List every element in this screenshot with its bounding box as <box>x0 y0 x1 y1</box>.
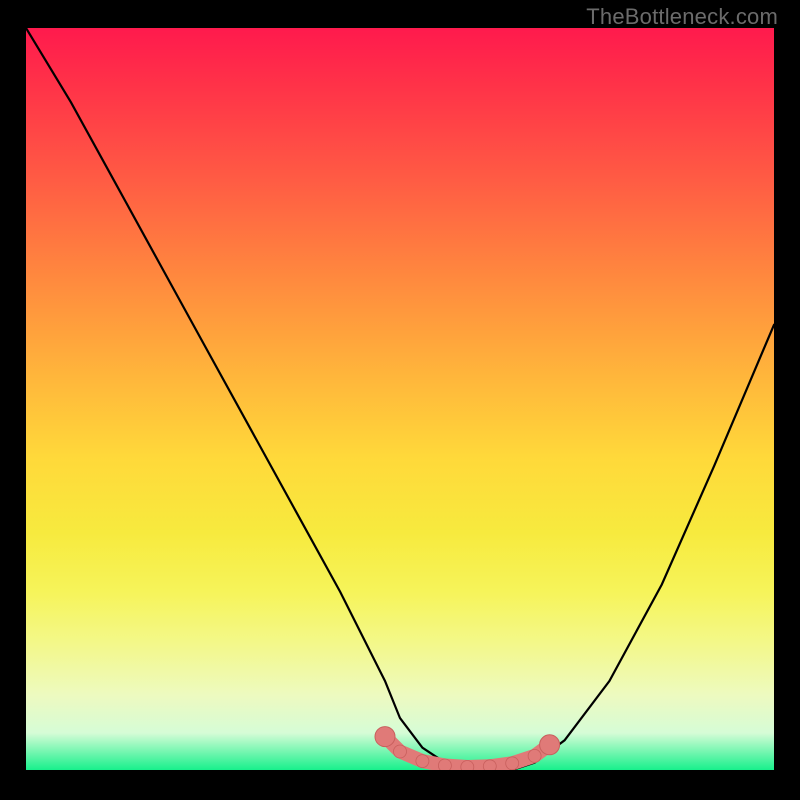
marker-node <box>394 745 407 758</box>
marker-node <box>483 760 496 770</box>
optimal-range-markers <box>375 727 560 770</box>
marker-node <box>438 759 451 770</box>
chart-frame: TheBottleneck.com <box>0 0 800 800</box>
plot-area <box>26 28 774 770</box>
marker-end <box>540 735 560 755</box>
chart-svg <box>26 28 774 770</box>
marker-node <box>506 757 519 770</box>
bottleneck-curve <box>26 28 774 770</box>
marker-node <box>461 761 474 771</box>
marker-node <box>416 755 429 768</box>
watermark-text: TheBottleneck.com <box>586 4 778 30</box>
marker-node <box>528 749 541 762</box>
marker-end <box>375 727 395 747</box>
